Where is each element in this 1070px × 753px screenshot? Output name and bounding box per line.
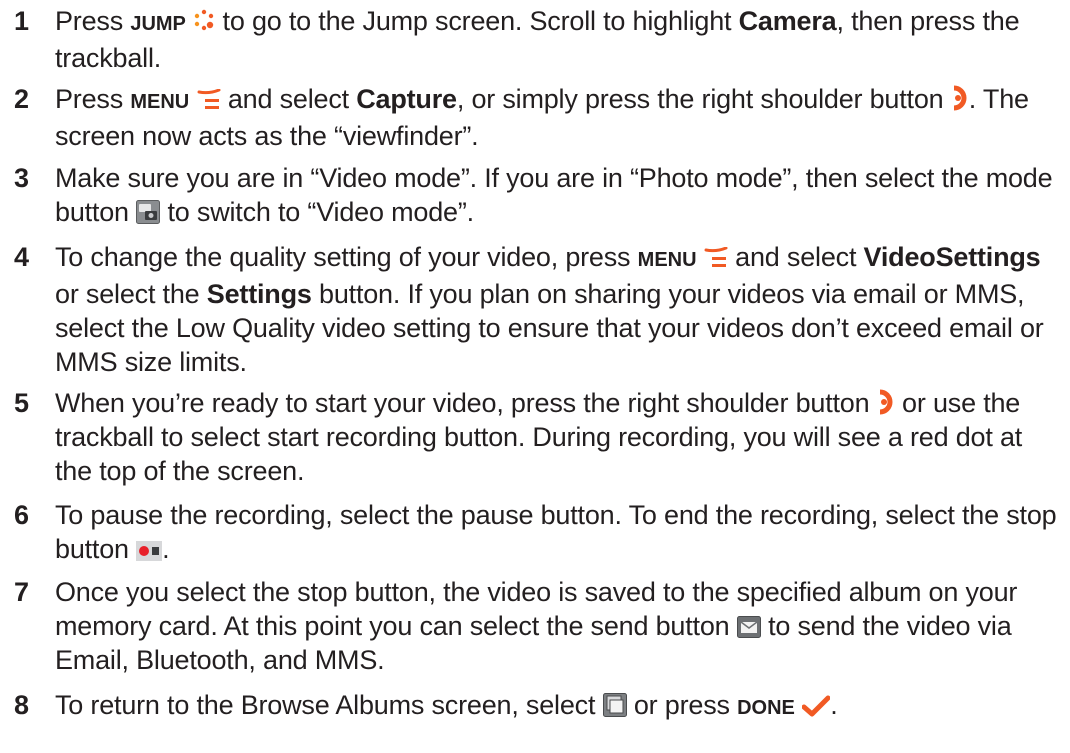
camera-mode-switch-icon [136, 200, 161, 224]
step-text: Once you select the stop button, the vid… [55, 577, 1018, 675]
step-text: To change the quality setting of your vi… [55, 242, 1044, 377]
envelope-send-icon [736, 616, 761, 638]
menu-key-label: MENU [130, 91, 190, 113]
step-text: When you’re ready to start your video, p… [55, 388, 1023, 486]
step-number: 3 [14, 163, 30, 193]
right-shoulder-button-icon [951, 85, 969, 111]
step-text: Make sure you are in “Video mode”. If yo… [55, 163, 1053, 227]
step-text: Press JUMP to go to the Jump screen. Scr… [55, 6, 1020, 73]
step-text: To return to the Browse Albums screen, s… [55, 690, 838, 720]
manual-page: 1 Press JUMP to go to the Jump screen. S… [0, 0, 1070, 753]
step-number: 4 [14, 242, 30, 272]
done-checkmark-icon [802, 695, 831, 717]
step-text: To pause the recording, select the pause… [55, 500, 1057, 564]
step-number: 1 [14, 6, 30, 36]
right-shoulder-button-icon [877, 389, 895, 415]
step-number: 2 [14, 84, 30, 114]
menu-lines-icon [704, 247, 728, 269]
jump-key-label: JUMP [130, 13, 186, 35]
jump-dots-icon [193, 9, 215, 33]
step-number: 7 [14, 577, 30, 607]
step-number: 6 [14, 500, 30, 530]
step-number: 8 [14, 690, 30, 720]
done-key-label: DONE [737, 697, 795, 719]
menu-key-label: MENU [637, 249, 697, 271]
browse-albums-icon [602, 693, 627, 717]
stop-record-icon [136, 541, 163, 561]
step-text: Press MENU and select Capture, or simply… [55, 84, 1029, 151]
step-number: 5 [14, 388, 30, 418]
menu-lines-icon [197, 89, 221, 111]
